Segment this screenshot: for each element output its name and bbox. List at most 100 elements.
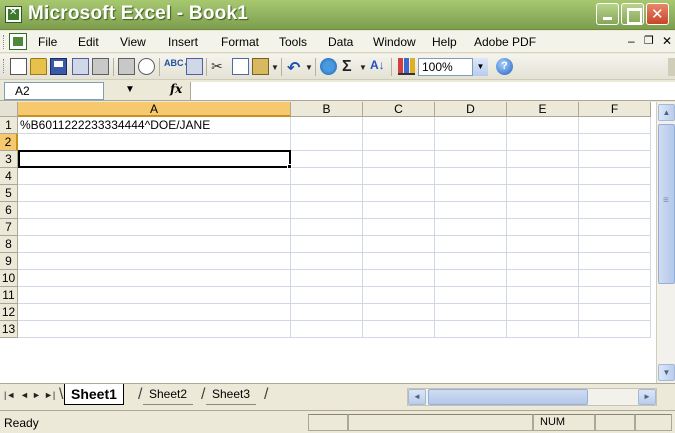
cell-D1[interactable] (435, 117, 507, 134)
row-header-4[interactable]: 4 (0, 168, 18, 185)
cell-B8[interactable] (291, 236, 363, 253)
undo-icon[interactable]: ↶ (287, 58, 304, 77)
cell-A2[interactable] (18, 134, 291, 151)
doc-close-icon[interactable]: ✕ (662, 34, 672, 48)
cell-A13[interactable] (18, 321, 291, 338)
tab-sheet2[interactable]: Sheet2 (143, 384, 194, 405)
cell-C10[interactable] (363, 270, 435, 287)
row-header-2[interactable]: 2 (0, 134, 18, 151)
cell-F1[interactable] (579, 117, 651, 134)
column-header-C[interactable]: C (363, 102, 435, 117)
undo-dropdown-icon[interactable]: ▼ (305, 63, 313, 72)
cell-C6[interactable] (363, 202, 435, 219)
cell-B12[interactable] (291, 304, 363, 321)
cell-F13[interactable] (579, 321, 651, 338)
menu-edit[interactable]: Edit (78, 35, 99, 49)
row-header-13[interactable]: 13 (0, 321, 18, 338)
row-header-9[interactable]: 9 (0, 253, 18, 270)
paste-icon[interactable] (252, 58, 269, 75)
tab-sheet3[interactable]: Sheet3 (206, 384, 257, 405)
row-header-1[interactable]: 1 (0, 117, 18, 134)
cell-D11[interactable] (435, 287, 507, 304)
cell-C9[interactable] (363, 253, 435, 270)
cell-B9[interactable] (291, 253, 363, 270)
cell-D13[interactable] (435, 321, 507, 338)
scroll-down-button[interactable]: ▼ (658, 364, 675, 381)
cell-D8[interactable] (435, 236, 507, 253)
spelling-icon[interactable]: ABC✓ (164, 58, 191, 75)
cell-E3[interactable] (507, 151, 579, 168)
row-header-6[interactable]: 6 (0, 202, 18, 219)
scroll-left-button[interactable]: ◄ (408, 389, 426, 405)
cell-D4[interactable] (435, 168, 507, 185)
cell-B3[interactable] (291, 151, 363, 168)
autosum-icon[interactable]: Σ (342, 58, 359, 75)
cell-C12[interactable] (363, 304, 435, 321)
cell-C2[interactable] (363, 134, 435, 151)
row-header-5[interactable]: 5 (0, 185, 18, 202)
fill-handle[interactable] (287, 164, 292, 169)
cell-A6[interactable] (18, 202, 291, 219)
worksheet-grid[interactable]: A B C D E F 1 %B6011222233334444^DOE/JANE 2 3 4 5 6 7… (0, 102, 656, 383)
workbook-icon[interactable] (9, 33, 27, 50)
cell-B5[interactable] (291, 185, 363, 202)
print-icon-2[interactable] (118, 58, 135, 75)
row-header-3[interactable]: 3 (0, 151, 18, 168)
cell-E7[interactable] (507, 219, 579, 236)
row-header-8[interactable]: 8 (0, 236, 18, 253)
cut-icon[interactable]: ✂ (211, 58, 228, 75)
cell-E1[interactable] (507, 117, 579, 134)
formula-input[interactable] (190, 82, 675, 100)
cell-D9[interactable] (435, 253, 507, 270)
research-icon[interactable] (186, 58, 203, 75)
cell-D3[interactable] (435, 151, 507, 168)
cell-E10[interactable] (507, 270, 579, 287)
select-all-corner[interactable] (0, 102, 18, 117)
cell-B13[interactable] (291, 321, 363, 338)
cell-D10[interactable] (435, 270, 507, 287)
row-header-12[interactable]: 12 (0, 304, 18, 321)
cell-D2[interactable] (435, 134, 507, 151)
cell-E13[interactable] (507, 321, 579, 338)
cell-D5[interactable] (435, 185, 507, 202)
name-box-dropdown-icon[interactable]: ▼ (125, 84, 135, 95)
cell-B1[interactable] (291, 117, 363, 134)
cell-E8[interactable] (507, 236, 579, 253)
sort-ascending-icon[interactable]: A↓ (370, 58, 387, 75)
cell-D6[interactable] (435, 202, 507, 219)
doc-restore-icon[interactable]: ❐ (644, 34, 654, 47)
first-sheet-icon[interactable]: |◄ (4, 390, 15, 400)
cell-F2[interactable] (579, 134, 651, 151)
insert-function-icon[interactable]: fx (170, 82, 182, 96)
cell-F10[interactable] (579, 270, 651, 287)
column-header-E[interactable]: E (507, 102, 579, 117)
cell-F11[interactable] (579, 287, 651, 304)
scroll-up-button[interactable]: ▲ (658, 104, 675, 121)
cell-E9[interactable] (507, 253, 579, 270)
menu-adobe-pdf[interactable]: Adobe PDF (474, 35, 536, 49)
menu-tools[interactable]: Tools (279, 35, 307, 49)
menu-help[interactable]: Help (432, 35, 457, 49)
cell-E11[interactable] (507, 287, 579, 304)
cell-B11[interactable] (291, 287, 363, 304)
cell-E5[interactable] (507, 185, 579, 202)
cell-A10[interactable] (18, 270, 291, 287)
cell-A11[interactable] (18, 287, 291, 304)
cell-C13[interactable] (363, 321, 435, 338)
minimize-button[interactable] (596, 3, 619, 25)
tab-sheet1[interactable]: Sheet1 (64, 384, 124, 405)
cell-A7[interactable] (18, 219, 291, 236)
column-header-F[interactable]: F (579, 102, 651, 117)
cell-A1[interactable]: %B6011222233334444^DOE/JANE (18, 117, 291, 134)
cell-A3[interactable] (18, 151, 291, 168)
cell-D12[interactable] (435, 304, 507, 321)
copy-icon[interactable] (232, 58, 249, 75)
help-icon[interactable]: ? (496, 58, 513, 75)
chart-wizard-icon[interactable] (398, 58, 415, 75)
name-box[interactable]: A2 (4, 82, 104, 100)
cell-D7[interactable] (435, 219, 507, 236)
autosum-dropdown-icon[interactable]: ▼ (359, 63, 367, 72)
menu-grip[interactable] (3, 35, 6, 49)
cell-F8[interactable] (579, 236, 651, 253)
horizontal-scrollbar[interactable]: ◄ ► (407, 388, 657, 406)
